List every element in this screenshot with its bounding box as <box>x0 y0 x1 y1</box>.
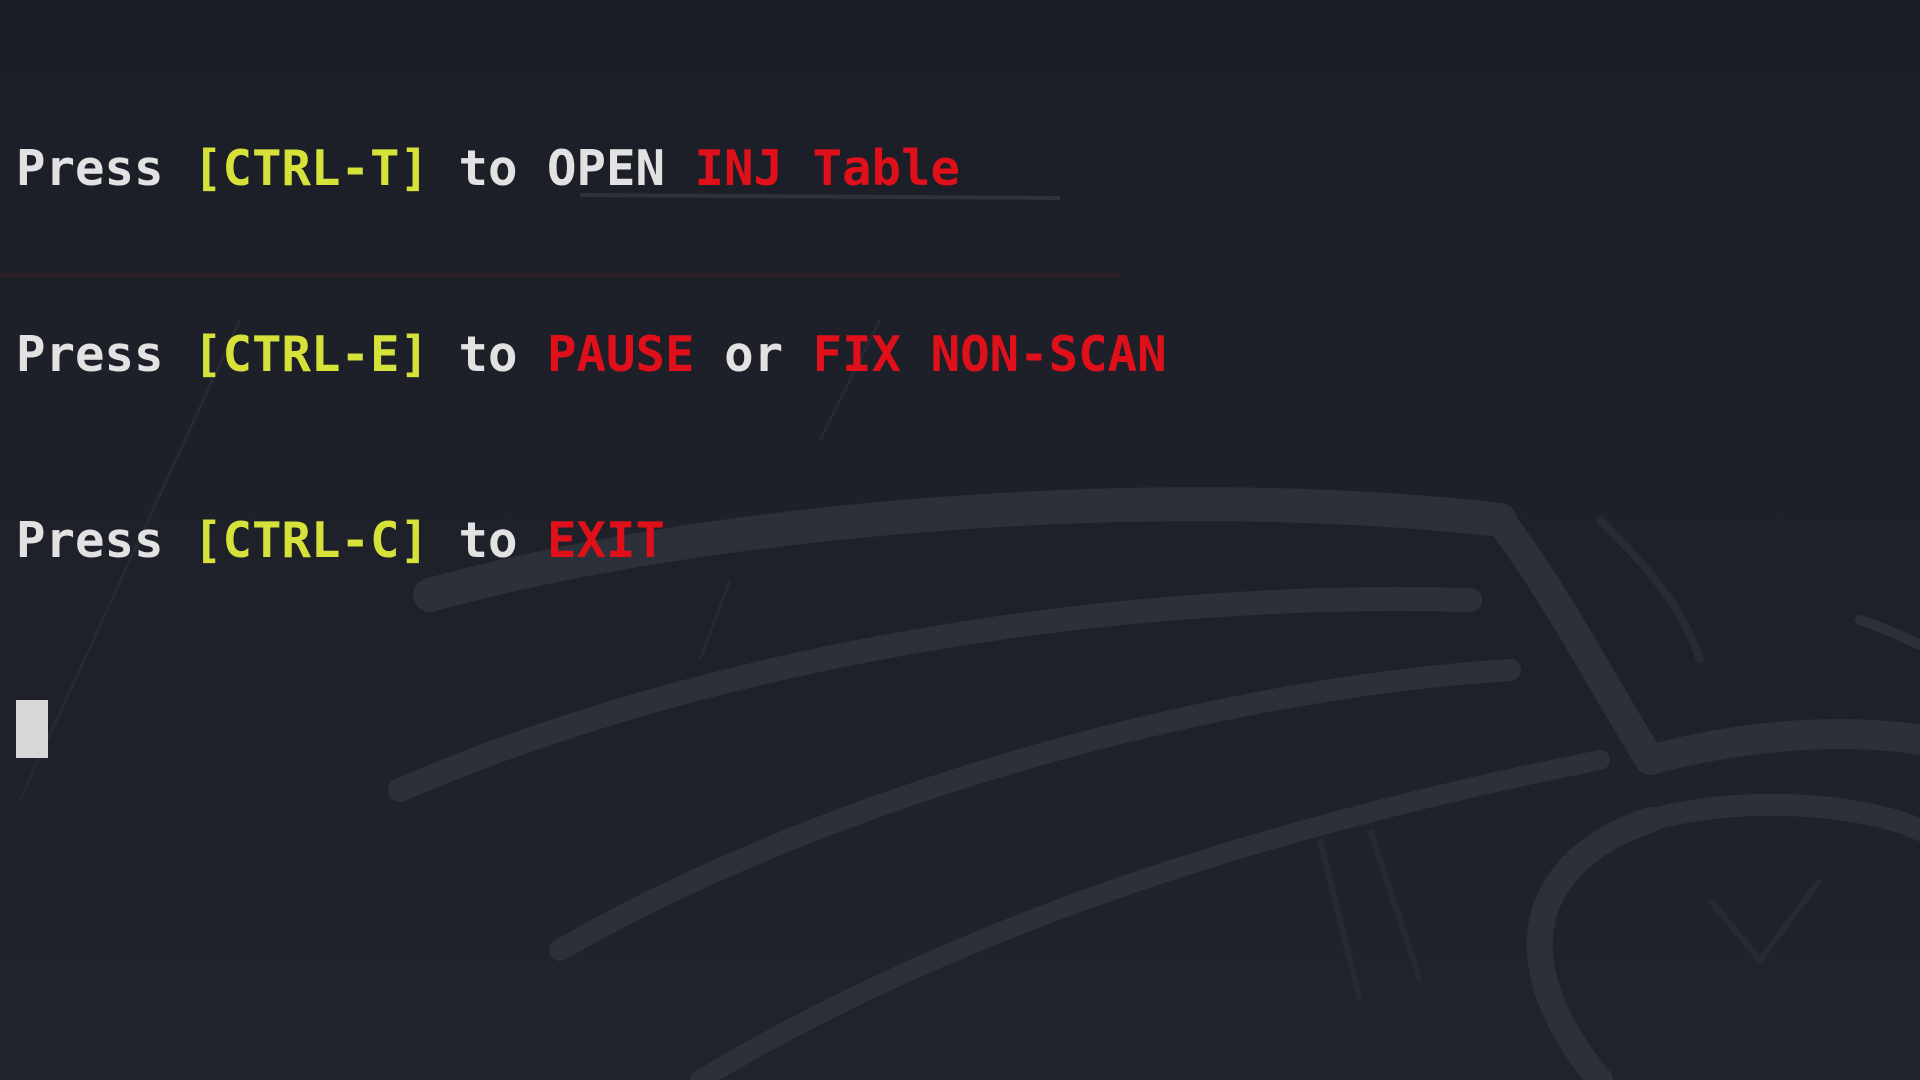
terminal-line-exit: Press [CTRL-C] to EXIT <box>16 510 1167 572</box>
to-label: to <box>429 326 548 383</box>
terminal-output: Press [CTRL-T] to OPEN INJ Table Press [… <box>16 14 1167 820</box>
key-ctrl-e: [CTRL-E] <box>193 326 430 383</box>
key-ctrl-t: [CTRL-T] <box>193 140 430 197</box>
to-open-label: to OPEN <box>429 140 695 197</box>
or-label: or <box>694 326 813 383</box>
press-label: Press <box>16 140 194 197</box>
action-exit: EXIT <box>547 512 666 569</box>
action-pause: PAUSE <box>547 326 695 383</box>
action-inj-table: INJ Table <box>694 140 961 197</box>
terminal-line-pause: Press [CTRL-E] to PAUSE or FIX NON-SCAN <box>16 324 1167 386</box>
press-label: Press <box>16 512 194 569</box>
key-ctrl-c: [CTRL-C] <box>193 512 430 569</box>
text-cursor[interactable] <box>16 700 48 758</box>
terminal-line-open-inj-table: Press [CTRL-T] to OPEN INJ Table <box>16 138 1167 200</box>
action-fix-non-scan: FIX NON-SCAN <box>812 326 1167 383</box>
press-label: Press <box>16 326 194 383</box>
terminal-input-line[interactable] <box>16 696 1167 758</box>
to-label: to <box>429 512 548 569</box>
